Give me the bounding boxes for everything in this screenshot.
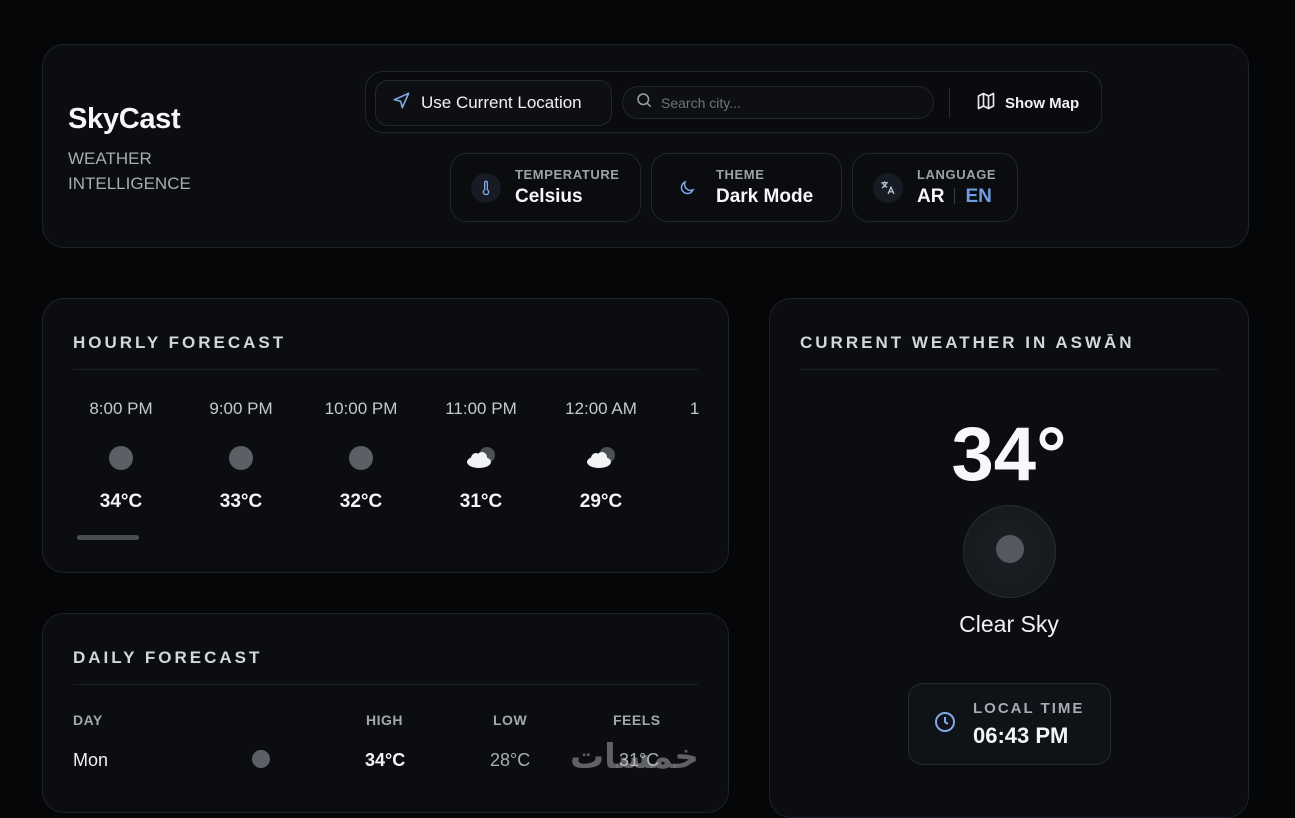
- hour-temp: 34°C: [99, 491, 143, 512]
- day-low: 28°C: [490, 750, 531, 770]
- current-temperature: 34°: [951, 412, 1067, 497]
- hour-item: 11:00 PM 31°C: [421, 399, 541, 513]
- language-label: LANGUAGE: [917, 167, 997, 182]
- moon-icon: [672, 173, 702, 203]
- thermometer-icon: [471, 172, 501, 203]
- watermark: خمسات: [570, 737, 699, 777]
- theme-label: THEME: [716, 167, 765, 182]
- clock-icon: [933, 710, 957, 739]
- navigation-arrow-icon: [392, 91, 411, 115]
- hour-temp: 29°C: [579, 491, 623, 512]
- hour-item: 10:00 PM 32°C: [301, 399, 421, 513]
- current-weather-title: CURRENT WEATHER IN ASWĀN: [800, 333, 1135, 352]
- show-map-label: Show Map: [1005, 94, 1080, 112]
- hour-time: 12:00 AM: [565, 399, 637, 418]
- cloud-moon-icon: [421, 445, 541, 471]
- daily-forecast-title: DAILY FORECAST: [73, 648, 263, 667]
- daily-divider: [73, 684, 698, 685]
- current-weather-panel: CURRENT WEATHER IN ASWĀN 34° Clear Sky L…: [769, 298, 1249, 818]
- language-option-ar[interactable]: AR: [917, 186, 944, 207]
- hour-item: 12:00 AM 29°C: [541, 399, 661, 513]
- temperature-unit-setting[interactable]: TEMPERATURE Celsius: [450, 153, 641, 222]
- local-time-card: LOCAL TIME 06:43 PM: [908, 683, 1111, 765]
- language-divider: [954, 188, 956, 204]
- hour-time: 9:00 PM: [209, 399, 273, 418]
- local-time-value: 06:43 PM: [973, 722, 1069, 748]
- language-option-en[interactable]: EN: [965, 186, 991, 207]
- hour-temp: 33°C: [219, 491, 263, 512]
- weather-icon-badge: [963, 505, 1056, 598]
- language-setting: LANGUAGE AR EN: [852, 153, 1018, 222]
- daily-forecast-panel: DAILY FORECAST DAY HIGH LOW FEELS Mon 34…: [42, 613, 729, 813]
- translate-icon: [873, 172, 903, 203]
- hourly-forecast-panel: HOURLY FORECAST 8:00 PM 34°C 9:00 PM 33°…: [42, 298, 729, 573]
- search-input[interactable]: [661, 94, 911, 111]
- hour-temp: 31°C: [459, 491, 503, 512]
- use-current-location-label: Use Current Location: [421, 93, 582, 112]
- header-feels: FEELS: [613, 712, 661, 728]
- hour-item: 9:00 PM 33°C: [181, 399, 301, 513]
- header-day: DAY: [73, 712, 103, 728]
- theme-value: Dark Mode: [716, 186, 814, 207]
- weather-condition: Clear Sky: [959, 611, 1059, 637]
- horizontal-scrollbar[interactable]: [77, 535, 139, 540]
- moon-clear-icon: [251, 749, 271, 774]
- cloud-moon-icon: [661, 445, 700, 471]
- search-box[interactable]: [622, 86, 934, 119]
- current-divider: [800, 369, 1218, 370]
- hourly-list[interactable]: 8:00 PM 34°C 9:00 PM 33°C 10:00 PM 32°C …: [73, 399, 700, 539]
- hourly-forecast-title: HOURLY FORECAST: [73, 333, 287, 352]
- moon-clear-icon: [73, 445, 181, 471]
- show-map-button[interactable]: Show Map: [976, 88, 1079, 118]
- hour-time: 11:00 PM: [445, 399, 517, 418]
- moon-clear-icon: [301, 445, 421, 471]
- hour-time: 8:00 PM: [89, 399, 153, 418]
- temperature-value: Celsius: [515, 186, 583, 207]
- toolbar: Use Current Location Show Map: [365, 71, 1102, 133]
- header-low: LOW: [493, 712, 528, 728]
- app-title: SkyCast: [68, 103, 181, 135]
- hour-item: 1:00 AM 28°C: [661, 399, 700, 513]
- hour-time: 10:00 PM: [324, 399, 398, 418]
- header-high: HIGH: [366, 712, 403, 728]
- hour-temp: 28°C: [661, 491, 701, 513]
- toolbar-divider: [949, 88, 950, 118]
- temperature-label: TEMPERATURE: [515, 167, 620, 182]
- moon-clear-icon: [181, 445, 301, 471]
- local-time-label: LOCAL TIME: [973, 699, 1085, 717]
- day-name: Mon: [73, 750, 109, 770]
- map-icon: [976, 91, 996, 115]
- day-high: 34°C: [365, 750, 406, 770]
- moon-clear-icon: [995, 534, 1025, 569]
- header-panel: SkyCast WEATHER INTELLIGENCE Use Current…: [42, 44, 1249, 248]
- hourly-divider: [73, 369, 698, 370]
- hour-temp: 32°C: [339, 491, 383, 512]
- hour-item: 8:00 PM 34°C: [73, 399, 181, 513]
- search-icon: [635, 91, 653, 114]
- cloud-moon-icon: [541, 445, 661, 471]
- use-current-location-button[interactable]: Use Current Location: [375, 80, 612, 126]
- app-subtitle: WEATHER INTELLIGENCE: [68, 149, 191, 193]
- theme-setting[interactable]: THEME Dark Mode: [651, 153, 842, 222]
- hour-time: 1:00 AM: [689, 399, 700, 418]
